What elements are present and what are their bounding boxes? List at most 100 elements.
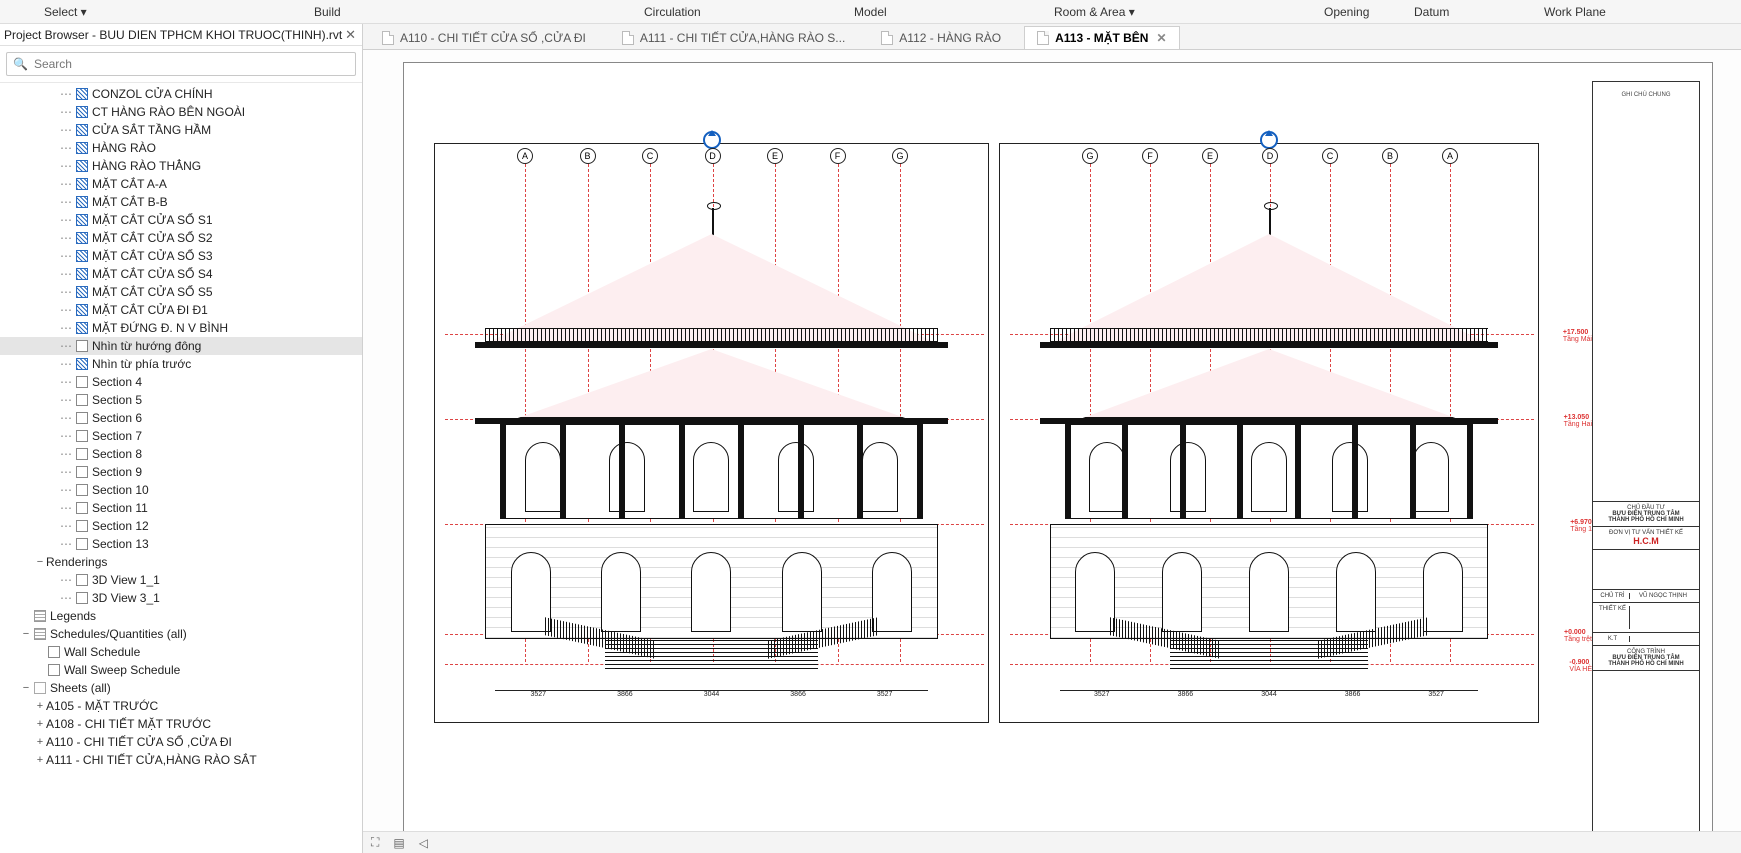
tree-item[interactable]: ⋯CỬA SẮT TẦNG HẦM (0, 121, 362, 139)
blue-view-icon (76, 232, 88, 244)
entry-stairs (1170, 639, 1368, 669)
tree-item[interactable]: ⋯CT HÀNG RÀO BÊN NGOÀI (0, 103, 362, 121)
tree-item[interactable]: ⋯Section 7 (0, 427, 362, 445)
ribbon-item-work-plane[interactable]: Work Plane (1530, 5, 1620, 19)
tree-item[interactable]: ⋯Section 10 (0, 481, 362, 499)
detail-level-icon[interactable]: ▤ (393, 836, 404, 850)
ribbon-item-room-area-[interactable]: Room & Area ▾ (1040, 5, 1149, 19)
tree-item[interactable]: −Schedules/Quantities (all) (0, 625, 362, 643)
tree-item[interactable]: Legends (0, 607, 362, 625)
drawing-canvas[interactable]: ABCDEFG +17.500Tầng Mái+13.050Tầng Hai+6… (363, 50, 1741, 831)
titleblock-project: CÔNG TRÌNH BƯU ĐIỆN TRUNG TÂM THÀNH PHỐ … (1593, 646, 1699, 671)
close-tab-icon[interactable]: ✕ (1156, 31, 1166, 45)
document-tab[interactable]: A112 - HÀNG RÀO (868, 26, 1014, 49)
blue-view-icon (76, 160, 88, 172)
tree-item[interactable]: ⋯3D View 1_1 (0, 571, 362, 589)
plain-view-icon (76, 466, 88, 478)
level-label: +17.500Tầng Mái (1563, 329, 1592, 343)
tree-item[interactable]: Wall Schedule (0, 643, 362, 661)
level-label: -0.900VỈA HÈ (1569, 659, 1592, 673)
grid-bubble: F (1142, 148, 1158, 164)
panel-close-icon[interactable]: ✕ (345, 27, 356, 43)
tree-item[interactable]: Wall Sweep Schedule (0, 661, 362, 679)
tree-item-label: Renderings (46, 555, 107, 569)
ribbon-item-model[interactable]: Model (840, 5, 901, 19)
tree-item[interactable]: ⋯Section 12 (0, 517, 362, 535)
ribbon-item-opening[interactable]: Opening (1310, 5, 1383, 19)
tree-item-label: HÀNG RÀO THẲNG (92, 159, 201, 173)
ribbon-item-circulation[interactable]: Circulation (630, 5, 715, 19)
tree-item[interactable]: ⋯MẶT CẮT B-B (0, 193, 362, 211)
tree-item[interactable]: −Sheets (all) (0, 679, 362, 697)
ribbon-item-select-[interactable]: Select ▾ (22, 5, 101, 19)
grid-bubble: D (705, 148, 721, 164)
tree-item[interactable]: −Renderings (0, 553, 362, 571)
project-browser-title: Project Browser - BUU DIEN TPHCM KHOI TR… (4, 28, 345, 42)
level-label: +0.000Tầng trệt (1564, 629, 1592, 643)
project-browser-panel: Project Browser - BUU DIEN TPHCM KHOI TR… (0, 24, 363, 853)
tree-item-label: A110 - CHI TIẾT CỬA SỔ ,CỬA ĐI (46, 735, 232, 749)
dimension-value: 3527 (531, 691, 547, 702)
document-tab-label: A110 - CHI TIẾT CỬA SỔ ,CỬA ĐI (400, 31, 586, 45)
tree-item[interactable]: ⋯HÀNG RÀO THẲNG (0, 157, 362, 175)
tree-item[interactable]: ⋯Section 11 (0, 499, 362, 517)
grid-bubble: A (1442, 148, 1458, 164)
tree-item[interactable]: ⋯3D View 3_1 (0, 589, 362, 607)
level-label: +6.970Tầng 1 (1570, 519, 1592, 533)
document-tab[interactable]: A110 - CHI TIẾT CỬA SỔ ,CỬA ĐI (369, 26, 599, 49)
plain-view-icon (76, 592, 88, 604)
tree-item[interactable]: +A110 - CHI TIẾT CỬA SỔ ,CỬA ĐI (0, 733, 362, 751)
plain-view-icon (76, 394, 88, 406)
tree-item[interactable]: ⋯Section 13 (0, 535, 362, 553)
tree-item[interactable]: ⋯MẶT CẮT CỬA SỔ S5 (0, 283, 362, 301)
tree-item[interactable]: +A111 - CHI TIẾT CỬA,HÀNG RÀO SẮT (0, 751, 362, 769)
tree-item-label: Schedules/Quantities (all) (50, 627, 187, 641)
tree-item[interactable]: ⋯MẶT CẮT CỬA SỔ S1 (0, 211, 362, 229)
tree-item-label: Section 12 (92, 519, 149, 533)
tree-item[interactable]: ⋯Section 6 (0, 409, 362, 427)
tree-item-label: Section 9 (92, 465, 142, 479)
tree-item[interactable]: ⋯HÀNG RÀO (0, 139, 362, 157)
dimension-value: 3044 (704, 691, 720, 702)
grid-bubble: B (580, 148, 596, 164)
document-tab-label: A113 - MẶT BÊN (1055, 31, 1148, 45)
dimension-value: 3527 (1094, 691, 1110, 702)
tree-item[interactable]: ⋯MẶT ĐỨNG Đ. N V BÌNH (0, 319, 362, 337)
tree-item[interactable]: ⋯MẶT CẮT A-A (0, 175, 362, 193)
tree-item[interactable]: ⋯Nhìn từ phía trước (0, 355, 362, 373)
tree-item[interactable]: ⋯Section 4 (0, 373, 362, 391)
document-tab[interactable]: A113 - MẶT BÊN ✕ (1024, 26, 1179, 49)
plain-view-icon (48, 664, 60, 676)
building-elevation-right (1050, 234, 1488, 652)
tree-item-label: Section 5 (92, 393, 142, 407)
view-control-bar[interactable]: ⛶ ▤ ◁ (363, 831, 1741, 853)
plain-view-icon (76, 448, 88, 460)
tree-item[interactable]: ⋯Section 8 (0, 445, 362, 463)
tree-item[interactable]: +A108 - CHI TIẾT MẶT TRƯỚC (0, 715, 362, 733)
sheet-icon (881, 31, 893, 45)
balustrade (1050, 328, 1488, 342)
tree-item-label: MẶT CẮT A-A (92, 177, 167, 191)
nav-left-icon[interactable]: ◁ (419, 836, 428, 850)
tree-item[interactable]: ⋯Nhìn từ hướng đông (0, 337, 362, 355)
tree-item[interactable]: +A105 - MẶT TRƯỚC (0, 697, 362, 715)
tree-item[interactable]: ⋯MẶT CẮT CỬA SỔ S3 (0, 247, 362, 265)
project-browser-tree[interactable]: ⋯CONZOL CỬA CHÍNH⋯CT HÀNG RÀO BÊN NGOÀI⋯… (0, 83, 362, 853)
blue-view-icon (76, 106, 88, 118)
tree-item[interactable]: ⋯Section 5 (0, 391, 362, 409)
tree-item[interactable]: ⋯MẶT CẮT CỬA SỔ S4 (0, 265, 362, 283)
document-tab[interactable]: A111 - CHI TIẾT CỬA,HÀNG RÀO S... (609, 26, 858, 49)
tree-item[interactable]: ⋯CONZOL CỬA CHÍNH (0, 85, 362, 103)
scale-icon[interactable]: ⛶ (371, 835, 379, 850)
tree-item-label: CT HÀNG RÀO BÊN NGOÀI (92, 105, 245, 119)
tree-item[interactable]: ⋯MẶT CẮT CỬA SỔ S2 (0, 229, 362, 247)
search-input[interactable]: 🔍 Search (6, 52, 356, 76)
entry-stairs (605, 639, 818, 669)
tree-item[interactable]: ⋯Section 9 (0, 463, 362, 481)
ribbon-item-datum[interactable]: Datum (1400, 5, 1463, 19)
spire-icon (712, 208, 714, 238)
tree-item-label: 3D View 3_1 (92, 591, 160, 605)
tree-item[interactable]: ⋯MẶT CẮT CỬA ĐI Đ1 (0, 301, 362, 319)
blue-view-icon (76, 304, 88, 316)
ribbon-item-build[interactable]: Build (300, 5, 355, 19)
